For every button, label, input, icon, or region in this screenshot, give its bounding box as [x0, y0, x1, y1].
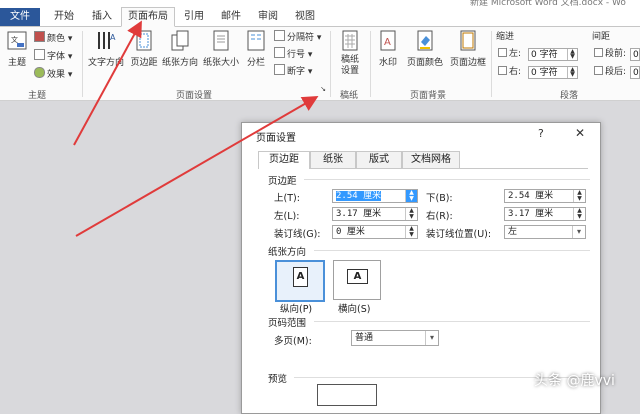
annotation-arrows	[73, 20, 319, 237]
arrow-to-page-setup-launcher	[75, 95, 319, 237]
arrow-to-page-layout-tab	[73, 20, 142, 146]
watermark-text: 头条 @鹿vvi	[534, 373, 615, 389]
